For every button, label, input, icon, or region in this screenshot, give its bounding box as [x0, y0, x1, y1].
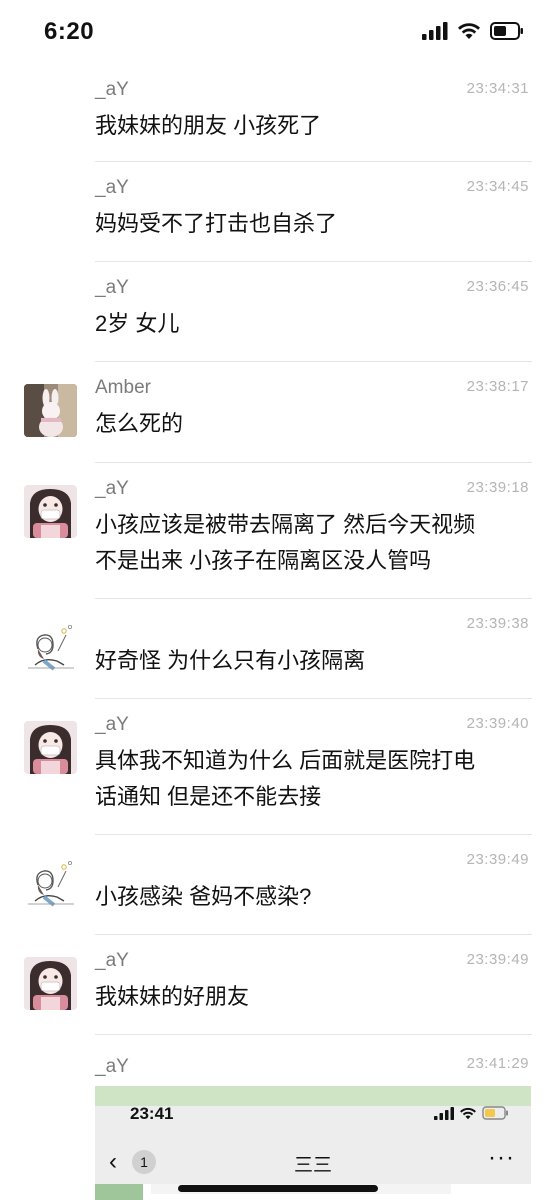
screenshot-image-edge: [95, 1184, 143, 1200]
anime-girl-avatar[interactable]: [24, 485, 77, 538]
message-line: 不是出来 小孩子在隔离区没人管吗: [95, 548, 432, 573]
image-message-screenshot[interactable]: 23:41 ‹ 1 三三 ···: [95, 1086, 531, 1200]
message-text: 我妹妹的朋友 小孩死了: [95, 113, 322, 138]
screenshot-chat-title: 三三: [293, 1155, 332, 1176]
message-time: 23:39:40: [466, 715, 529, 732]
cellular-signal-icon: [434, 1106, 454, 1120]
message-row[interactable]: 23:39:49 小孩感染 爸妈不感染?: [0, 835, 554, 935]
message-line: 小孩应该是被带去隔离了 然后今天视频: [95, 512, 476, 537]
avatar-image: [24, 957, 77, 1010]
avatar-image: [24, 384, 77, 437]
message-row[interactable]: _aY 23:39:49 我妹妹的好朋友: [0, 935, 554, 1035]
battery-icon: [490, 22, 523, 40]
screenshot-status-time: 23:41: [130, 1104, 174, 1123]
avatar-image: [24, 485, 77, 538]
screenshot-status-icons: [434, 1106, 509, 1120]
message-time: 23:39:38: [466, 615, 529, 632]
message-row[interactable]: _aY 23:36:45 2岁 女儿: [0, 262, 554, 362]
message-time: 23:36:45: [466, 278, 529, 295]
sketch-girl-avatar[interactable]: [24, 857, 77, 910]
message-time: 23:39:49: [466, 951, 529, 968]
message-text: 小孩感染 爸妈不感染?: [95, 884, 312, 909]
message-row[interactable]: _aY 23:39:18 小孩应该是被带去隔离了 然后今天视频 不是出来 小孩子…: [0, 463, 554, 599]
avatar-image: [24, 721, 77, 774]
status-time: 6:20: [44, 18, 95, 45]
message-time: 23:38:17: [466, 378, 529, 395]
message-text: 小孩应该是被带去隔离了 然后今天视频 不是出来 小孩子在隔离区没人管吗: [95, 507, 532, 579]
avatar-image: [24, 621, 77, 674]
message-line: 话通知 但是还不能去接: [95, 784, 322, 809]
message-line: 具体我不知道为什么 后面就是医院打电: [95, 748, 476, 773]
rabbit-photo-avatar[interactable]: [24, 384, 77, 437]
status-bar: 6:20: [0, 0, 554, 68]
battery-low-power-icon: [482, 1106, 508, 1120]
message-text: 2岁 女儿: [95, 311, 180, 336]
message-time: 23:41:29: [466, 1055, 529, 1072]
wifi-icon: [458, 23, 480, 39]
message-row[interactable]: _aY 23:34:45 妈妈受不了打击也自杀了: [0, 162, 554, 262]
message-row[interactable]: Amber 23:38:17 怎么死的: [0, 362, 554, 463]
message-row[interactable]: _aY 23:34:31 我妹妹的朋友 小孩死了: [0, 68, 554, 162]
message-time: 23:39:49: [466, 851, 529, 868]
message-time: 23:34:31: [466, 80, 529, 97]
sketch-girl-avatar[interactable]: [24, 621, 77, 674]
message-time: 23:39:18: [466, 479, 529, 496]
message-time: 23:34:45: [466, 178, 529, 195]
message-text: 我妹妹的好朋友: [95, 984, 250, 1009]
message-row[interactable]: 23:39:38 好奇怪 为什么只有小孩隔离: [0, 599, 554, 699]
message-text: 好奇怪 为什么只有小孩隔离: [95, 648, 366, 673]
screenshot-top-strip: [95, 1086, 531, 1106]
cellular-signal-icon: [422, 22, 448, 40]
message-row[interactable]: _aY 23:41:29: [0, 1035, 554, 1085]
more-icon: ···: [488, 1144, 515, 1171]
message-text: 怎么死的: [95, 411, 184, 436]
status-icons: [422, 22, 524, 40]
message-text: 妈妈受不了打击也自杀了: [95, 211, 338, 236]
home-indicator[interactable]: [178, 1185, 378, 1192]
chat-history-list[interactable]: _aY 23:34:31 我妹妹的朋友 小孩死了 _aY 23:34:45 妈妈…: [0, 68, 554, 1085]
wifi-icon: [460, 1107, 476, 1119]
avatar-image: [24, 857, 77, 910]
message-row[interactable]: _aY 23:39:40 具体我不知道为什么 后面就是医院打电 话通知 但是还不…: [0, 699, 554, 835]
screenshot-nav-bar: ‹ 1 三三 ···: [95, 1142, 531, 1182]
anime-girl-avatar[interactable]: [24, 721, 77, 774]
message-text: 具体我不知道为什么 后面就是医院打电 话通知 但是还不能去接: [95, 743, 532, 815]
anime-girl-avatar[interactable]: [24, 957, 77, 1010]
